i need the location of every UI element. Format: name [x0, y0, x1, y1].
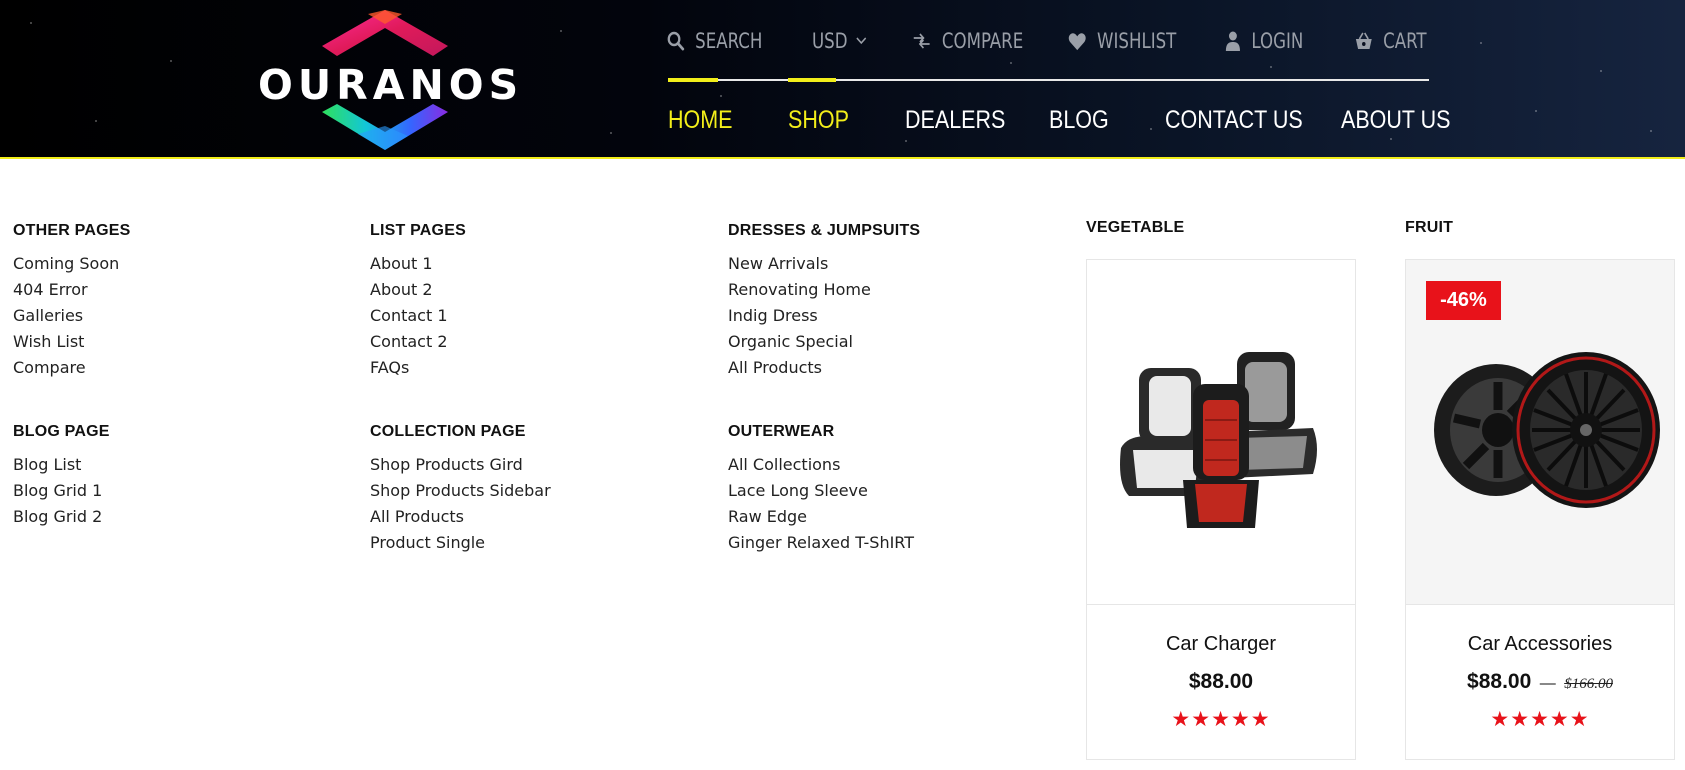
car-seats-icon: [1120, 352, 1317, 528]
price-row: $88.00 — $166.00: [1406, 670, 1674, 694]
home-active-indicator: [668, 78, 718, 82]
menu-link[interactable]: About 1: [370, 251, 448, 277]
car-seats-image[interactable]: [1087, 260, 1355, 604]
menu-link[interactable]: Raw Edge: [728, 504, 914, 530]
menu-link[interactable]: Contact 2: [370, 329, 448, 355]
nav-shop[interactable]: SHOP: [788, 102, 849, 138]
compare-button[interactable]: COMPARE: [912, 24, 1023, 58]
nav-about-us[interactable]: ABOUT US: [1341, 102, 1451, 138]
menu-link[interactable]: Galleries: [13, 303, 119, 329]
product-old-price: $166.00: [1564, 676, 1613, 692]
other-pages-title: OTHER PAGES: [13, 222, 131, 239]
login-label: LOGIN: [1251, 29, 1304, 53]
product-divider: [1087, 604, 1355, 605]
dresses-list: New Arrivals Renovating Home Indig Dress…: [728, 251, 871, 381]
menu-link[interactable]: FAQs: [370, 355, 448, 381]
fruit-title: FRUIT: [1405, 219, 1454, 236]
menu-link[interactable]: Renovating Home: [728, 277, 871, 303]
product-name[interactable]: Car Accessories: [1406, 633, 1674, 656]
menu-link[interactable]: Product Single: [370, 530, 551, 556]
currency-select[interactable]: USD: [812, 24, 877, 58]
site-header: OURANOS SEARCH USD COMPARE WISHLIST LOGI…: [0, 0, 1685, 159]
product-card-car-accessories[interactable]: -46% Car Accessories $88.00 — $166.00 ★★…: [1405, 259, 1675, 760]
menu-link[interactable]: Compare: [13, 355, 119, 381]
menu-link[interactable]: Shop Products Gird: [370, 452, 551, 478]
site-logo[interactable]: OURANOS: [258, 8, 524, 153]
collection-page-list: Shop Products Gird Shop Products Sidebar…: [370, 452, 551, 556]
product-price: $88.00: [1467, 670, 1532, 693]
heart-icon: [1068, 32, 1086, 50]
blog-page-list: Blog List Blog Grid 1 Blog Grid 2: [13, 452, 102, 530]
cart-label: CART: [1383, 29, 1427, 53]
nav-home[interactable]: HOME: [668, 102, 733, 138]
menu-link[interactable]: Contact 1: [370, 303, 448, 329]
menu-link[interactable]: Blog Grid 1: [13, 478, 102, 504]
blog-page-title: BLOG PAGE: [13, 423, 110, 440]
collection-page-title: COLLECTION PAGE: [370, 423, 526, 440]
menu-link[interactable]: Shop Products Sidebar: [370, 478, 551, 504]
list-pages-list: About 1 About 2 Contact 1 Contact 2 FAQs: [370, 251, 448, 381]
price-row: $88.00: [1087, 670, 1355, 694]
compare-arrows-icon: [913, 33, 930, 49]
product-name[interactable]: Car Charger: [1087, 633, 1355, 656]
nav-contact-us[interactable]: CONTACT US: [1165, 102, 1303, 138]
menu-link[interactable]: Coming Soon: [13, 251, 119, 277]
wishlist-label: WISHLIST: [1097, 29, 1177, 53]
product-card-car-charger[interactable]: Car Charger $88.00 ★★★★★: [1086, 259, 1356, 760]
menu-link[interactable]: All Collections: [728, 452, 914, 478]
search-icon: [667, 31, 685, 51]
other-pages-list: Coming Soon 404 Error Galleries Wish Lis…: [13, 251, 119, 381]
menu-link[interactable]: About 2: [370, 277, 448, 303]
search-button[interactable]: SEARCH: [667, 24, 762, 58]
menu-link[interactable]: New Arrivals: [728, 251, 871, 277]
nav-blog[interactable]: BLOG: [1049, 102, 1109, 138]
menu-link[interactable]: Lace Long Sleeve: [728, 478, 914, 504]
product-divider: [1406, 604, 1674, 605]
rating-stars: ★★★★★: [1171, 708, 1271, 731]
cart-button[interactable]: CART: [1355, 24, 1427, 58]
outerwear-list: All Collections Lace Long Sleeve Raw Edg…: [728, 452, 914, 556]
vegetable-title: VEGETABLE: [1086, 219, 1185, 236]
dresses-jumpsuits-title: DRESSES & JUMPSUITS: [728, 222, 921, 239]
menu-link[interactable]: Organic Special: [728, 329, 871, 355]
menu-link[interactable]: Ginger Relaxed T-ShIRT: [728, 530, 914, 556]
login-button[interactable]: LOGIN: [1225, 24, 1303, 58]
sale-badge: -46%: [1426, 281, 1501, 320]
basket-icon: [1355, 32, 1372, 49]
price-separator: —: [1539, 675, 1556, 692]
list-pages-title: LIST PAGES: [370, 222, 466, 239]
menu-link[interactable]: Wish List: [13, 329, 119, 355]
nav-dealers[interactable]: DEALERS: [905, 102, 1005, 138]
wishlist-button[interactable]: WISHLIST: [1068, 24, 1176, 58]
menu-link[interactable]: All Products: [370, 504, 551, 530]
menu-link[interactable]: Blog Grid 2: [13, 504, 102, 530]
menu-link[interactable]: All Products: [728, 355, 871, 381]
product-price: $88.00: [1188, 670, 1254, 693]
search-label: SEARCH: [695, 29, 763, 53]
menu-link[interactable]: 404 Error: [13, 277, 119, 303]
shop-active-indicator: [788, 78, 836, 82]
compare-label: COMPARE: [941, 29, 1024, 53]
rating-stars: ★★★★★: [1490, 708, 1590, 731]
user-icon: [1225, 31, 1240, 51]
logo-text: OURANOS: [258, 61, 524, 109]
currency-label: USD: [812, 29, 848, 53]
outerwear-title: OUTERWEAR: [728, 423, 835, 440]
menu-link[interactable]: Blog List: [13, 452, 102, 478]
menu-link[interactable]: Indig Dress: [728, 303, 871, 329]
chevron-down-icon: [856, 37, 867, 45]
nav-divider: [668, 79, 1429, 81]
